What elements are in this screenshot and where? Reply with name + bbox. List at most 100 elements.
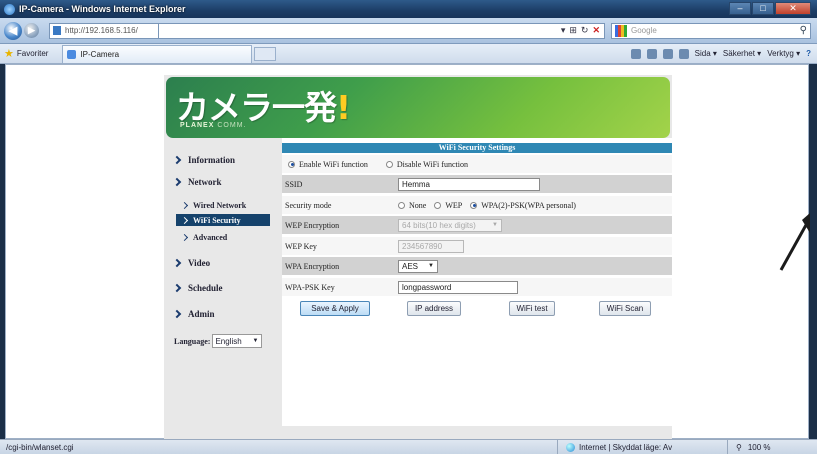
zoom-level: 100 % bbox=[747, 442, 771, 452]
nav-information[interactable]: Information bbox=[172, 155, 235, 165]
nav-wired-network[interactable]: Wired Network bbox=[180, 201, 247, 210]
chevron-right-icon bbox=[172, 177, 182, 187]
tab-ip-camera[interactable]: IP-Camera bbox=[62, 44, 253, 63]
banner: カメラ一発! PLANEX COMM. bbox=[166, 77, 670, 138]
refresh-icon[interactable]: ↻ bbox=[581, 25, 589, 36]
wep-encryption-row: WEP Encryption 64 bits(10 hex digits) ▼ bbox=[282, 216, 672, 234]
google-icon bbox=[615, 24, 627, 37]
disable-wifi-radio[interactable] bbox=[385, 160, 393, 168]
print-icon[interactable] bbox=[678, 48, 689, 59]
maximize-button[interactable]: □ bbox=[752, 2, 774, 15]
new-tab-button[interactable] bbox=[254, 46, 277, 61]
wep-encryption-select[interactable]: 64 bits(10 hex digits) ▼ bbox=[398, 218, 502, 232]
nav-network[interactable]: Network bbox=[172, 177, 222, 187]
minimize-button[interactable]: – bbox=[729, 2, 751, 15]
chevron-right-icon bbox=[180, 201, 189, 210]
panel-title: WiFi Security Settings bbox=[282, 143, 672, 153]
mode-none-label: None bbox=[409, 200, 427, 210]
zoom-icon: ⚲ bbox=[736, 442, 742, 452]
window-title: IP-Camera - Windows Internet Explorer bbox=[19, 4, 186, 14]
command-tools[interactable]: Verktyg ▾ bbox=[767, 49, 800, 58]
page-icon bbox=[53, 26, 61, 35]
ssid-row: SSID Hemma bbox=[282, 175, 672, 193]
ssid-label: SSID bbox=[285, 179, 303, 189]
nav-video[interactable]: Video bbox=[172, 258, 211, 268]
mode-none-radio[interactable] bbox=[398, 201, 405, 209]
disable-wifi-label: Disable WiFi function bbox=[396, 159, 468, 169]
wpa-encryption-row: WPA Encryption AES ▼ bbox=[282, 257, 672, 275]
nav-schedule[interactable]: Schedule bbox=[172, 283, 223, 293]
close-button[interactable]: ✕ bbox=[775, 2, 811, 15]
wpa-key-input[interactable]: longpassword bbox=[398, 280, 518, 294]
command-safety[interactable]: Säkerhet ▾ bbox=[723, 49, 761, 58]
mode-wep-label: WEP bbox=[445, 200, 463, 210]
security-mode-row: Security mode None WEP WPA(2)-PSK(WPA pe… bbox=[282, 196, 672, 214]
chevron-right-icon bbox=[180, 233, 189, 242]
security-mode-label: Security mode bbox=[285, 200, 332, 210]
zoom-control[interactable]: ⚲ 100 % bbox=[727, 439, 817, 454]
address-tools: ▾ ⊞ ↻ ✕ bbox=[556, 22, 605, 39]
brand-logo: PLANEX COMM. bbox=[180, 122, 247, 129]
wpa-encryption-label: WPA Encryption bbox=[285, 261, 340, 271]
forward-button[interactable]: ▶ bbox=[24, 23, 39, 38]
nav-information-label: Information bbox=[188, 155, 235, 165]
help-icon[interactable]: ? bbox=[806, 49, 811, 58]
wep-key-input[interactable]: 234567890 bbox=[398, 239, 464, 253]
language-label: Language: bbox=[174, 336, 211, 346]
search-input[interactable]: Google ⚲ bbox=[611, 22, 811, 39]
favorites-bar: ★ Favoriter IP-Camera Sida ▾ Säkerhet ▾ … bbox=[0, 44, 817, 64]
favorites-button[interactable]: ★ Favoriter bbox=[4, 47, 48, 60]
nav-advanced[interactable]: Advanced bbox=[180, 233, 228, 242]
stop-icon[interactable]: ✕ bbox=[592, 25, 600, 36]
wifi-function-row: Enable WiFi function Disable WiFi functi… bbox=[282, 155, 672, 173]
nav-wifi-security-label: WiFi Security bbox=[193, 215, 241, 225]
wifi-security-panel: WiFi Security Settings Enable WiFi funct… bbox=[282, 138, 672, 426]
compat-view-icon[interactable]: ⊞ bbox=[569, 25, 577, 36]
window-titlebar: IP-Camera - Windows Internet Explorer – … bbox=[0, 0, 817, 18]
ssid-input[interactable]: Hemma bbox=[398, 177, 540, 191]
left-navigation: Information Network Wired Network WiFi S… bbox=[164, 150, 282, 440]
nav-wired-network-label: Wired Network bbox=[193, 201, 247, 210]
tab-page-icon bbox=[67, 49, 77, 59]
wpa-encryption-select[interactable]: AES ▼ bbox=[398, 259, 438, 273]
address-bar[interactable]: http://192.168.5.116/ bbox=[49, 22, 159, 39]
back-button[interactable]: ◀ bbox=[4, 21, 22, 40]
mode-wep-radio[interactable] bbox=[434, 201, 442, 209]
nav-admin[interactable]: Admin bbox=[172, 309, 215, 319]
mode-wpa-radio[interactable] bbox=[470, 201, 478, 209]
camera-page: カメラ一発! PLANEX COMM. Information Network … bbox=[164, 75, 672, 440]
chevron-right-icon bbox=[172, 309, 182, 319]
language-selector: Language: English ▼ bbox=[174, 334, 263, 348]
chevron-right-icon bbox=[172, 283, 182, 293]
save-apply-button[interactable]: Save & Apply bbox=[300, 301, 370, 316]
mode-wpa-label: WPA(2)-PSK(WPA personal) bbox=[481, 200, 576, 210]
wifi-test-button[interactable]: WiFi test bbox=[509, 301, 555, 316]
feeds-icon[interactable] bbox=[646, 48, 657, 59]
chevron-down-icon: ▼ bbox=[428, 263, 434, 269]
language-select[interactable]: English ▼ bbox=[212, 334, 263, 348]
ip-address-button[interactable]: IP address bbox=[407, 301, 461, 316]
nav-schedule-label: Schedule bbox=[188, 283, 223, 293]
chevron-right-icon bbox=[172, 258, 182, 268]
ie-icon bbox=[4, 3, 15, 15]
wpa-key-label: WPA-PSK Key bbox=[285, 282, 335, 292]
security-zone-label: Internet | Skyddat läge: Av bbox=[579, 442, 673, 452]
address-bar-fill[interactable] bbox=[159, 22, 557, 39]
chevron-down-icon: ▼ bbox=[252, 338, 259, 344]
page-viewport: カメラ一発! PLANEX COMM. Information Network … bbox=[5, 64, 810, 440]
command-page[interactable]: Sida ▾ bbox=[695, 49, 717, 58]
wifi-scan-button[interactable]: WiFi Scan bbox=[599, 301, 651, 316]
mail-icon[interactable] bbox=[662, 48, 673, 59]
dropdown-icon[interactable]: ▾ bbox=[561, 25, 566, 36]
search-icon[interactable]: ⚲ bbox=[800, 25, 807, 36]
nav-advanced-label: Advanced bbox=[193, 233, 228, 242]
nav-wifi-security[interactable]: WiFi Security bbox=[176, 214, 270, 226]
enable-wifi-radio[interactable] bbox=[288, 160, 295, 168]
star-icon: ★ bbox=[4, 48, 14, 60]
wep-encryption-label: WEP Encryption bbox=[285, 220, 340, 230]
wpa-key-row: WPA-PSK Key longpassword bbox=[282, 278, 672, 296]
home-icon[interactable] bbox=[630, 48, 641, 59]
status-url: /cgi-bin/wlanset.cgi bbox=[6, 442, 74, 452]
security-zone[interactable]: Internet | Skyddat läge: Av bbox=[557, 439, 727, 454]
nav-video-label: Video bbox=[188, 258, 211, 268]
